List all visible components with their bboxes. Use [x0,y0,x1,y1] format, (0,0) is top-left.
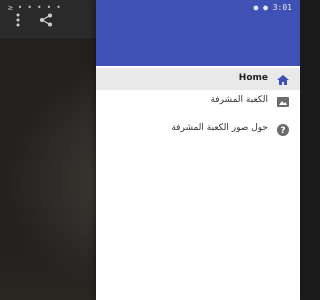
menu-item-home[interactable]: Home [96,68,300,90]
navigation-drawer[interactable]: ● ● 3:01 Home الكعبة المشرفة حول صور الك… [96,0,300,300]
drawer-header: ● ● 3:01 [96,0,300,66]
menu-item-about[interactable]: حول صور الكعبة المشرفة ? [96,118,300,140]
help-icon: ? [276,122,290,136]
more-vertical-icon[interactable] [10,12,26,28]
image-icon [276,94,290,108]
menu-item-kaaba[interactable]: الكعبة المشرفة [96,90,300,112]
menu-item-label: Home [238,73,268,83]
status-left: ≥ • • • • • [8,3,61,12]
share-icon[interactable] [38,12,54,28]
status-right: ● ● 3:01 [253,3,292,12]
home-icon [276,72,290,86]
menu-item-label: الكعبة المشرفة [210,95,268,105]
menu-item-label: حول صور الكعبة المشرفة [171,123,268,133]
svg-text:?: ? [280,126,285,136]
